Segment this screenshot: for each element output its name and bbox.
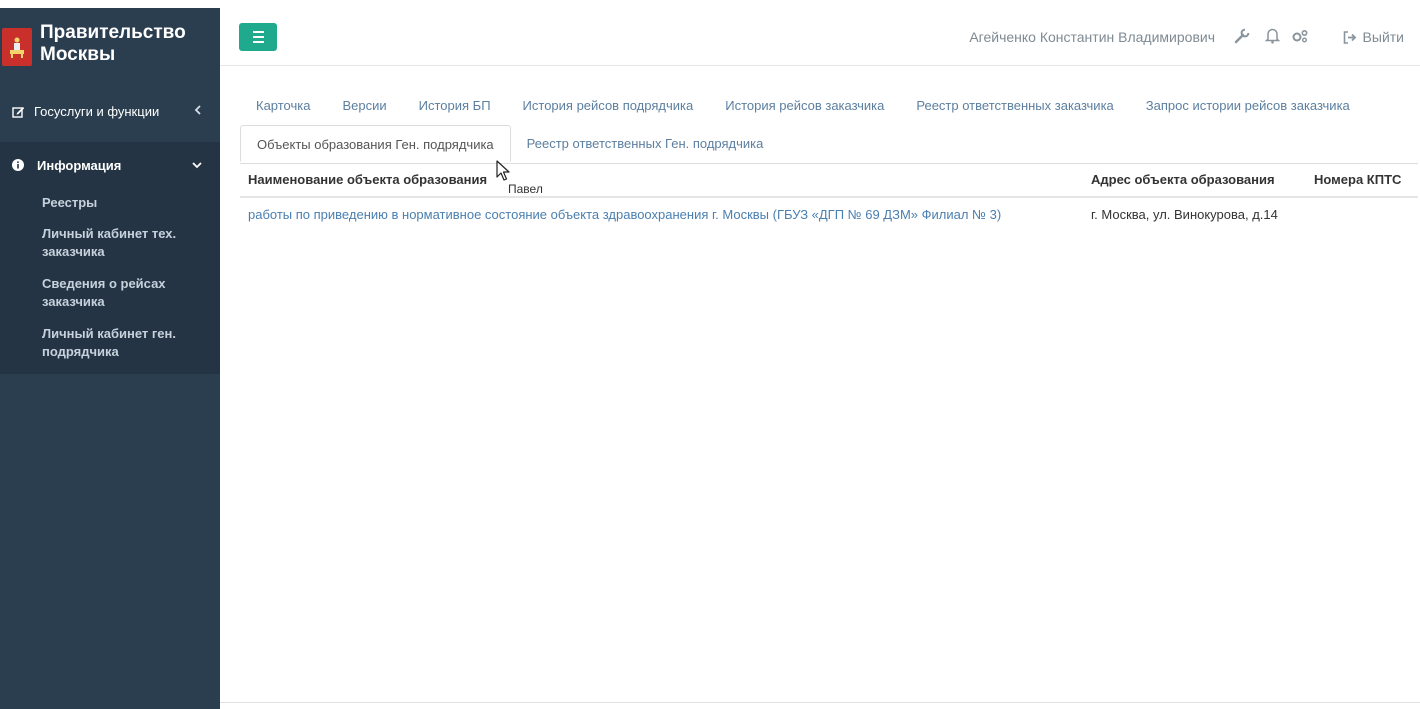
object-address: г. Москва, ул. Винокурова, д.14 <box>1091 207 1278 222</box>
footer-divider <box>220 702 1420 703</box>
moscow-coat-of-arms-logo <box>2 28 32 66</box>
sidebar-item-gosuslugi[interactable]: Госуслуги и функции <box>0 101 220 121</box>
chevron-left-icon <box>194 104 202 118</box>
info-icon <box>11 158 25 172</box>
table-header: Наименование объекта образования Адрес о… <box>240 164 1418 198</box>
tab-customer-trip-history[interactable]: История рейсов заказчика <box>709 87 900 124</box>
tab-customer-responsible-registry[interactable]: Реестр ответственных заказчика <box>900 87 1129 124</box>
tab-gen-contractor-education-objects[interactable]: Объекты образования Ген. подрядчика <box>240 125 511 162</box>
object-name-link[interactable]: работы по приведению в нормативное состо… <box>248 207 1001 222</box>
tab-contractor-trip-history[interactable]: История рейсов подрядчика <box>507 87 710 124</box>
column-header-name[interactable]: Наименование объекта образования <box>248 172 487 187</box>
sidebar-item-info[interactable]: Информация <box>0 155 220 175</box>
tab-istoriya-bp[interactable]: История БП <box>403 87 507 124</box>
tooltip: Павел <box>508 182 543 196</box>
wrench-icon[interactable] <box>1232 26 1252 46</box>
sidebar: Правительство Москвы Госуслуги и функции… <box>0 8 220 709</box>
brand-title[interactable]: Правительство Москвы <box>40 22 186 66</box>
table-row: работы по приведению в нормативное состо… <box>240 198 1418 230</box>
tab-versii[interactable]: Версии <box>326 87 402 124</box>
tab-gen-contractor-responsible-registry[interactable]: Реестр ответственных Ген. подрядчика <box>511 125 780 162</box>
menu-icon <box>252 31 264 33</box>
sidebar-item-label: Госуслуги и функции <box>34 103 160 119</box>
menu-toggle-button[interactable] <box>239 23 277 51</box>
tab-kartochka[interactable]: Карточка <box>240 87 326 124</box>
sidebar-subitem-customer-trips[interactable]: Сведения о рейсах заказчика <box>42 275 207 311</box>
rider-icon <box>10 37 24 58</box>
sign-out-icon <box>1343 30 1356 44</box>
mouse-cursor-icon <box>496 160 510 181</box>
sidebar-header: Правительство Москвы <box>0 8 220 84</box>
bell-icon[interactable] <box>1262 26 1282 46</box>
cogs-icon[interactable] <box>1290 26 1310 46</box>
edit-icon <box>11 104 25 118</box>
logout-button[interactable]: Выйти <box>1343 29 1404 45</box>
sidebar-item-label: Информация <box>37 157 122 173</box>
sidebar-subitem-tech-customer-cabinet[interactable]: Личный кабинет тех. заказчика <box>42 225 207 261</box>
brand-title-line2: Москвы <box>40 44 116 65</box>
sidebar-info-section: Информация Реестры Личный кабинет тех. з… <box>0 142 220 374</box>
column-header-address[interactable]: Адрес объекта образования <box>1091 172 1275 187</box>
chevron-down-icon <box>192 158 202 172</box>
sidebar-subitem-reestry[interactable]: Реестры <box>42 194 207 212</box>
top-bar: Агейченко Константин Владимирович Выйти <box>220 8 1420 66</box>
tabs-row-2: Объекты образования Ген. подрядчика Реес… <box>240 125 779 162</box>
tabs-row-1: Карточка Версии История БП История рейсо… <box>240 87 1366 124</box>
column-header-kpts[interactable]: Номера КПТС <box>1314 172 1401 187</box>
logout-label: Выйти <box>1362 29 1404 45</box>
tab-customer-trip-history-request[interactable]: Запрос истории рейсов заказчика <box>1130 87 1366 124</box>
brand-title-line1: Правительство <box>40 22 186 43</box>
sidebar-subitem-gen-contractor-cabinet[interactable]: Личный кабинет ген. подрядчика <box>42 325 207 361</box>
user-name[interactable]: Агейченко Константин Владимирович <box>969 29 1215 45</box>
